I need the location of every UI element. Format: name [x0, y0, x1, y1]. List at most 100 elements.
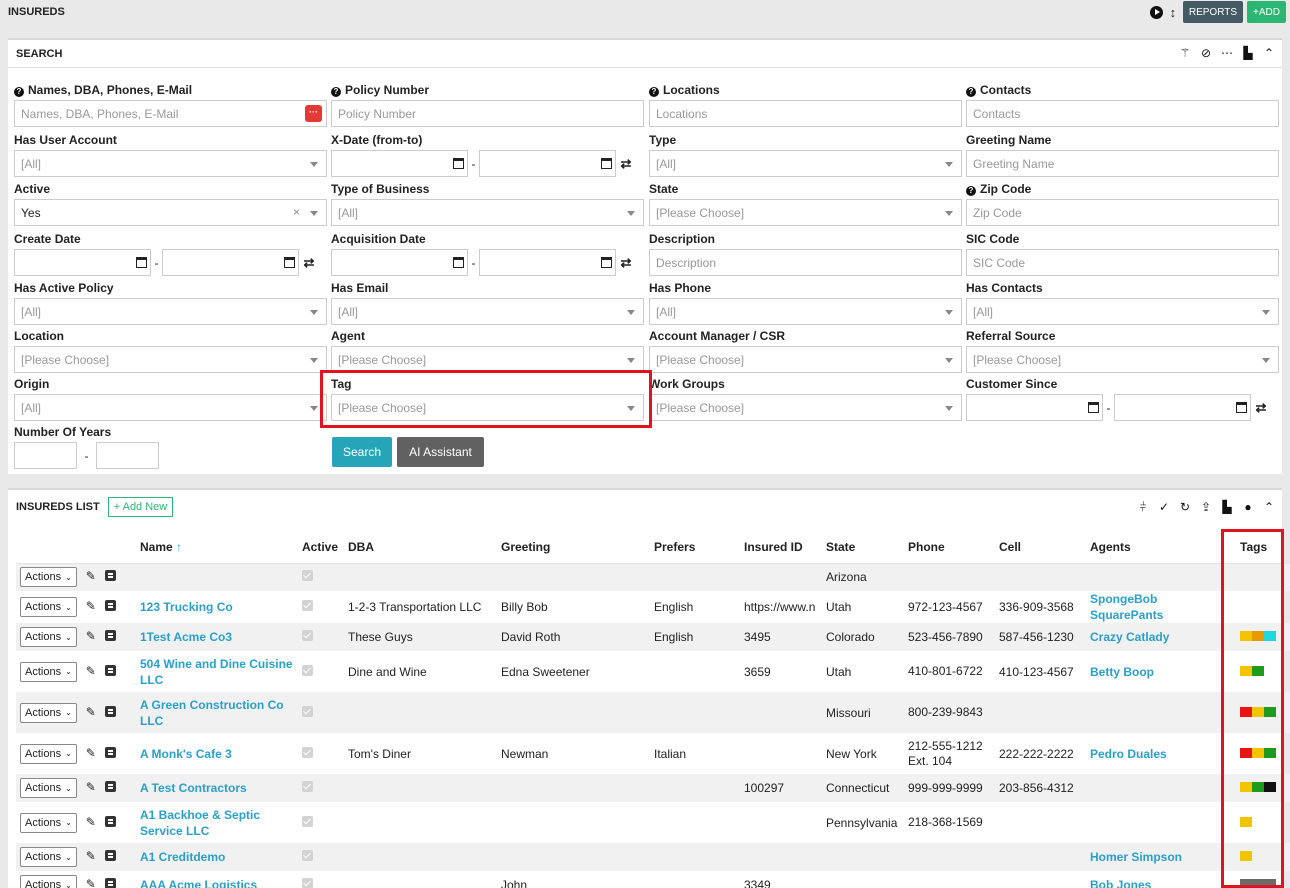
create-date-from-input[interactable] [14, 249, 151, 276]
col-header-greeting[interactable]: Greeting [497, 532, 650, 564]
actions-dropdown[interactable]: Actions ⌄ [20, 778, 77, 798]
location-select[interactable]: [Please Choose] [14, 346, 327, 373]
contact-card-icon[interactable] [104, 746, 116, 758]
sort-asc-icon[interactable]: ↑ [176, 540, 182, 554]
actions-dropdown[interactable]: Actions ⌄ [20, 661, 77, 682]
calendar-icon[interactable] [453, 257, 464, 268]
swap-icon[interactable]: ⇄ [616, 255, 636, 271]
ai-assistant-button[interactable]: AI Assistant [397, 437, 484, 467]
collapse-icon[interactable]: ⌃ [1262, 46, 1276, 60]
has-user-account-select[interactable]: [All] [14, 150, 327, 177]
contact-card-icon[interactable] [104, 815, 116, 827]
edit-pencil-icon[interactable]: ✎ [85, 746, 97, 760]
origin-select[interactable]: [All] [14, 394, 327, 421]
play-icon[interactable]: ● [1241, 500, 1255, 514]
calendar-icon[interactable] [136, 257, 147, 268]
number-of-years-from-input[interactable] [14, 442, 77, 469]
insured-name-link[interactable]: 504 Wine and Dine Cuisine LLC [140, 657, 293, 687]
check-icon[interactable]: ✓ [1157, 500, 1171, 514]
edit-pencil-icon[interactable]: ✎ [85, 664, 97, 678]
has-phone-select[interactable]: [All] [649, 298, 962, 325]
edit-pencil-icon[interactable]: ✎ [85, 629, 97, 643]
calendar-icon[interactable] [1236, 402, 1247, 413]
actions-dropdown[interactable]: Actions ⌄ [20, 567, 77, 588]
col-header-cell[interactable]: Cell [995, 532, 1086, 564]
contact-card-icon[interactable] [104, 878, 116, 888]
col-header-active[interactable]: Active [298, 532, 344, 564]
number-of-years-to-input[interactable] [96, 442, 159, 469]
collapse-icon[interactable]: ⌃ [1262, 500, 1276, 514]
actions-dropdown[interactable]: Actions ⌄ [20, 875, 77, 888]
col-header-agents[interactable]: Agents [1086, 532, 1236, 564]
add-button[interactable]: +ADD [1247, 1, 1286, 23]
agent-select[interactable]: [Please Choose] [331, 346, 644, 373]
referral-source-select[interactable]: [Please Choose] [966, 346, 1279, 373]
contact-card-icon[interactable] [104, 630, 116, 641]
has-email-select[interactable]: [All] [331, 298, 644, 325]
greeting-name-input[interactable]: Greeting Name [966, 150, 1279, 177]
actions-dropdown[interactable]: Actions ⌄ [20, 847, 77, 867]
edit-pencil-icon[interactable]: ✎ [85, 569, 97, 583]
export-icon[interactable]: ⇪ [1199, 500, 1213, 514]
swap-icon[interactable]: ⇄ [299, 255, 319, 271]
description-input[interactable]: Description [649, 249, 962, 276]
calendar-icon[interactable] [1088, 402, 1099, 413]
col-header-insured-id[interactable]: Insured ID [740, 532, 822, 564]
magic-wand-icon[interactable]: ⚚ [1178, 46, 1192, 60]
edit-pencil-icon[interactable]: ✎ [85, 599, 97, 613]
calendar-icon[interactable] [284, 257, 295, 268]
col-header-state[interactable]: State [822, 532, 904, 564]
agent-link[interactable]: Betty Boop [1090, 665, 1154, 679]
customer-since-from-input[interactable] [966, 394, 1103, 421]
agent-link[interactable]: Crazy Catlady [1090, 630, 1169, 644]
play-icon[interactable] [1149, 5, 1163, 19]
create-date-to-input[interactable] [162, 249, 299, 276]
policy-number-input[interactable]: Policy Number [331, 100, 644, 127]
search-button[interactable]: Search [332, 437, 392, 467]
insured-name-link[interactable]: A Test Contractors [140, 781, 247, 795]
refresh-icon[interactable]: ↻ [1178, 500, 1192, 514]
acquisition-date-to-input[interactable] [479, 249, 616, 276]
insured-name-link[interactable]: A Monk's Cafe 3 [140, 747, 232, 761]
has-active-policy-select[interactable]: [All] [14, 298, 327, 325]
contact-card-icon[interactable] [104, 850, 116, 861]
acquisition-date-from-input[interactable] [331, 249, 468, 276]
agent-link[interactable]: SpongeBob SquarePants [1090, 592, 1163, 622]
type-of-business-select[interactable]: [All] [331, 199, 644, 226]
columns-icon[interactable]: ⫩ [1136, 500, 1150, 514]
contacts-input[interactable]: Contacts [966, 100, 1279, 127]
actions-dropdown[interactable]: Actions ⌄ [20, 743, 77, 764]
work-groups-select[interactable]: [Please Choose] [649, 394, 962, 421]
locations-input[interactable]: Locations [649, 100, 962, 127]
add-new-button[interactable]: + Add New [107, 497, 174, 517]
edit-pencil-icon[interactable]: ✎ [85, 780, 97, 794]
insured-name-link[interactable]: 1Test Acme Co3 [140, 630, 232, 644]
col-header-phone[interactable]: Phone [904, 532, 995, 564]
agent-link[interactable]: Pedro Duales [1090, 747, 1167, 761]
layout-icon[interactable]: ▙ [1241, 46, 1255, 60]
edit-pencil-icon[interactable]: ✎ [85, 877, 97, 888]
clear-icon[interactable]: ⊘ [1199, 46, 1213, 60]
actions-dropdown[interactable]: Actions ⌄ [20, 627, 77, 647]
edit-pencil-icon[interactable]: ✎ [85, 815, 97, 829]
col-header-name[interactable]: Name ↑ [136, 532, 298, 564]
contact-card-icon[interactable] [104, 705, 116, 717]
insured-name-link[interactable]: A1 Creditdemo [140, 850, 225, 864]
insured-name-link[interactable]: AAA Acme Logistics [140, 878, 257, 888]
actions-dropdown[interactable]: Actions ⌄ [20, 597, 77, 617]
edit-pencil-icon[interactable]: ✎ [85, 849, 97, 863]
active-select[interactable]: Yes × [14, 199, 327, 226]
agent-link[interactable]: Bob Jones [1090, 878, 1151, 888]
sic-code-input[interactable]: SIC Code [966, 249, 1279, 276]
contact-card-icon[interactable] [104, 570, 116, 582]
has-contacts-select[interactable]: [All] [966, 298, 1279, 325]
sort-vertical-icon[interactable]: ↕ [1167, 5, 1179, 20]
swap-icon[interactable]: ⇄ [616, 156, 636, 172]
names-input[interactable]: Names, DBA, Phones, E-Mail ··· [14, 100, 327, 127]
x-date-from-input[interactable] [331, 150, 468, 177]
agent-link[interactable]: Homer Simpson [1090, 850, 1182, 864]
x-date-to-input[interactable] [479, 150, 616, 177]
clear-selection-icon[interactable]: × [293, 205, 300, 219]
insured-name-link[interactable]: A Green Construction Co LLC [140, 698, 284, 728]
insured-name-link[interactable]: 123 Trucking Co [140, 600, 233, 614]
